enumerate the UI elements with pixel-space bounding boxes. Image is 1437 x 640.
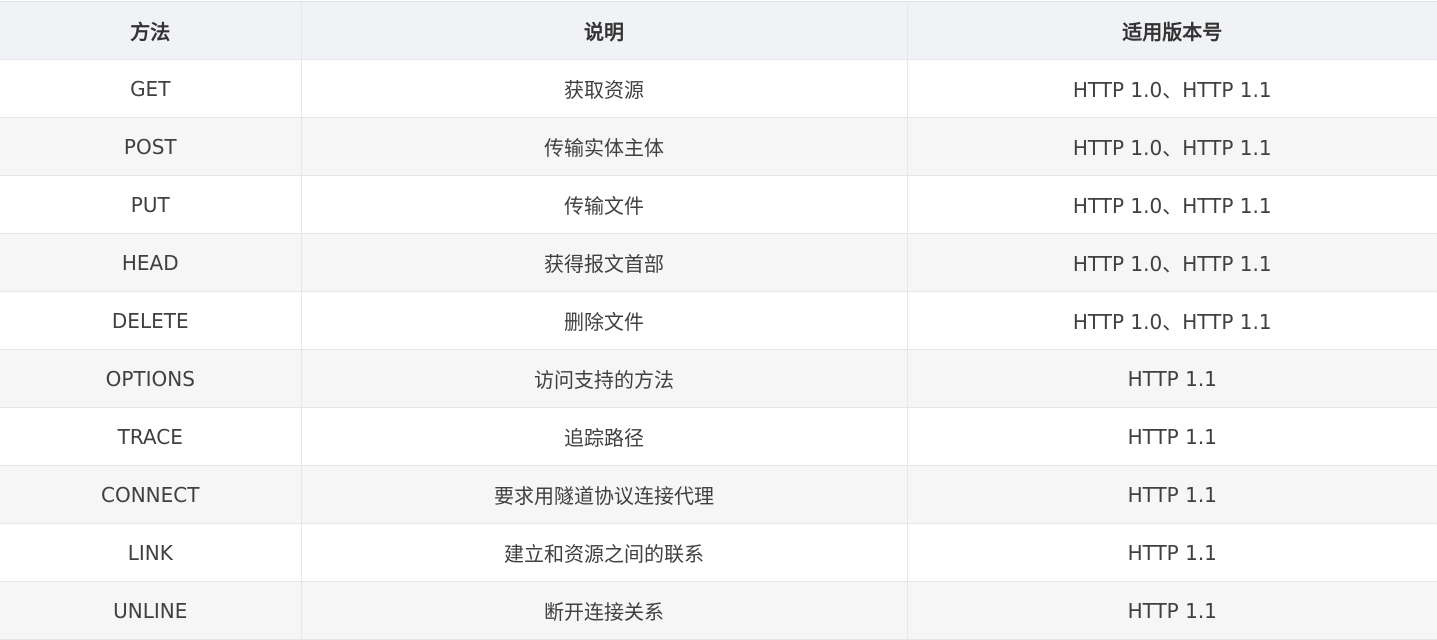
cell-description: 追踪路径 xyxy=(300,407,908,466)
cell-versions: HTTP 1.0、HTTP 1.1 xyxy=(907,175,1437,234)
cell-method: CONNECT xyxy=(0,465,301,524)
cell-description: 获得报文首部 xyxy=(300,233,908,292)
http-methods-table: 方法 说明 适用版本号 GET 获取资源 HTTP 1.0、HTTP 1.1 P… xyxy=(0,1,1437,640)
cell-versions: HTTP 1.1 xyxy=(907,581,1437,640)
cell-description: 建立和资源之间的联系 xyxy=(300,523,908,582)
table-row: CONNECT 要求用隧道协议连接代理 HTTP 1.1 xyxy=(0,465,1437,524)
cell-method: HEAD xyxy=(0,233,301,292)
cell-versions: HTTP 1.0、HTTP 1.1 xyxy=(907,59,1437,118)
cell-method: DELETE xyxy=(0,291,301,350)
cell-method: UNLINE xyxy=(0,581,301,640)
cell-description: 传输文件 xyxy=(300,175,908,234)
header-method: 方法 xyxy=(0,1,301,60)
header-description: 说明 xyxy=(300,1,908,60)
table-row: LINK 建立和资源之间的联系 HTTP 1.1 xyxy=(0,523,1437,582)
table-row: GET 获取资源 HTTP 1.0、HTTP 1.1 xyxy=(0,59,1437,118)
table-row: UNLINE 断开连接关系 HTTP 1.1 xyxy=(0,581,1437,640)
cell-method: PUT xyxy=(0,175,301,234)
table-header: 方法 说明 适用版本号 xyxy=(0,1,1437,60)
cell-description: 传输实体主体 xyxy=(300,117,908,176)
cell-versions: HTTP 1.1 xyxy=(907,465,1437,524)
header-versions: 适用版本号 xyxy=(907,1,1437,60)
cell-method: POST xyxy=(0,117,301,176)
table-row: HEAD 获得报文首部 HTTP 1.0、HTTP 1.1 xyxy=(0,233,1437,292)
cell-versions: HTTP 1.0、HTTP 1.1 xyxy=(907,291,1437,350)
cell-method: LINK xyxy=(0,523,301,582)
cell-description: 获取资源 xyxy=(300,59,908,118)
cell-versions: HTTP 1.0、HTTP 1.1 xyxy=(907,117,1437,176)
cell-description: 要求用隧道协议连接代理 xyxy=(300,465,908,524)
table-row: POST 传输实体主体 HTTP 1.0、HTTP 1.1 xyxy=(0,117,1437,176)
table-row: TRACE 追踪路径 HTTP 1.1 xyxy=(0,407,1437,466)
cell-method: OPTIONS xyxy=(0,349,301,408)
table-row: DELETE 删除文件 HTTP 1.0、HTTP 1.1 xyxy=(0,291,1437,350)
cell-versions: HTTP 1.1 xyxy=(907,407,1437,466)
cell-versions: HTTP 1.1 xyxy=(907,349,1437,408)
cell-description: 删除文件 xyxy=(300,291,908,350)
table-row: PUT 传输文件 HTTP 1.0、HTTP 1.1 xyxy=(0,175,1437,234)
cell-method: GET xyxy=(0,59,301,118)
cell-description: 访问支持的方法 xyxy=(300,349,908,408)
header-row: 方法 说明 适用版本号 xyxy=(0,1,1437,60)
table-row: OPTIONS 访问支持的方法 HTTP 1.1 xyxy=(0,349,1437,408)
cell-method: TRACE xyxy=(0,407,301,466)
cell-description: 断开连接关系 xyxy=(300,581,908,640)
cell-versions: HTTP 1.0、HTTP 1.1 xyxy=(907,233,1437,292)
cell-versions: HTTP 1.1 xyxy=(907,523,1437,582)
table-body: GET 获取资源 HTTP 1.0、HTTP 1.1 POST 传输实体主体 H… xyxy=(0,59,1437,640)
